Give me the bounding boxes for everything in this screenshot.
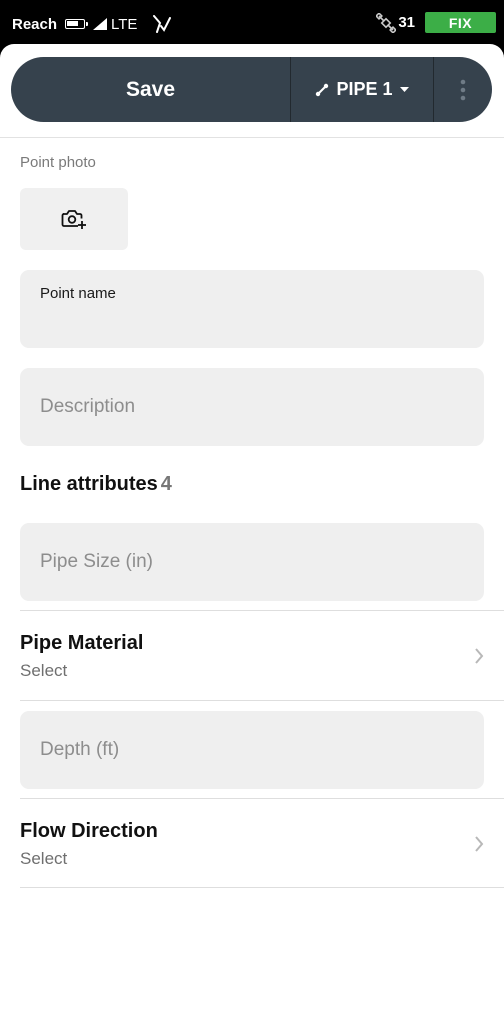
fix-status-badge[interactable]: FIX	[425, 12, 496, 33]
status-right: 31 FIX	[376, 12, 496, 33]
description-placeholder: Description	[40, 396, 136, 417]
point-toolbar: Save PIPE 1	[11, 57, 492, 122]
status-left: Reach LTE	[12, 15, 172, 33]
point-photo-label: Point photo	[20, 154, 96, 171]
line-attributes-count: 4	[160, 473, 172, 495]
status-bar: Reach LTE 31 FIX	[0, 0, 504, 46]
signal-strength-icon	[93, 18, 108, 30]
pipe-size-field[interactable]: Pipe Size (in)	[20, 523, 484, 601]
more-options-button[interactable]	[434, 57, 492, 122]
depth-placeholder: Depth (ft)	[40, 739, 120, 760]
layer-name: PIPE 1	[336, 79, 393, 99]
dropdown-caret-icon	[399, 86, 409, 92]
toolbar-separator	[0, 137, 504, 138]
point-name-label: Point name	[40, 285, 116, 302]
cellular-signal: LTE	[93, 16, 137, 33]
save-button[interactable]: Save	[11, 57, 290, 122]
line-attributes-heading: Line attributes 4	[20, 473, 172, 496]
more-vertical-icon	[460, 79, 466, 100]
point-name-field[interactable]: Point name	[20, 270, 484, 348]
row-divider	[20, 610, 504, 611]
add-photo-camera-icon	[61, 210, 86, 229]
satellite-count: 31	[398, 14, 415, 31]
battery-level-fill	[67, 21, 79, 26]
line-attributes-title: Line attributes	[20, 473, 158, 495]
flow-direction-title: Flow Direction	[20, 820, 158, 842]
depth-field[interactable]: Depth (ft)	[20, 711, 484, 789]
line-layer-icon	[316, 83, 329, 96]
flow-direction-value: Select	[20, 849, 68, 868]
description-field[interactable]: Description	[20, 368, 484, 446]
pipe-material-title: Pipe Material	[20, 632, 144, 654]
row-divider	[20, 887, 504, 888]
satellite-indicator: 31	[376, 12, 415, 33]
chevron-right-icon	[475, 648, 484, 664]
gnss-antenna-icon	[153, 15, 172, 33]
chevron-right-icon	[475, 836, 484, 852]
pipe-material-select[interactable]: Pipe Material Select	[0, 612, 504, 700]
row-divider	[20, 700, 504, 701]
point-name-input[interactable]	[40, 310, 464, 334]
flow-direction-select[interactable]: Flow Direction Select	[0, 800, 504, 888]
layer-selector-button[interactable]: PIPE 1	[291, 57, 433, 122]
carrier-label: Reach	[12, 15, 58, 33]
satellite-icon	[376, 12, 397, 33]
pipe-material-value: Select	[20, 661, 68, 680]
point-form-sheet: Save PIPE 1 Point photo Point name Descr…	[0, 44, 504, 1024]
pipe-size-placeholder: Pipe Size (in)	[40, 551, 153, 572]
row-divider	[20, 798, 504, 799]
network-type-label: LTE	[111, 15, 138, 33]
add-photo-button[interactable]	[20, 188, 128, 250]
battery-icon	[65, 19, 89, 29]
